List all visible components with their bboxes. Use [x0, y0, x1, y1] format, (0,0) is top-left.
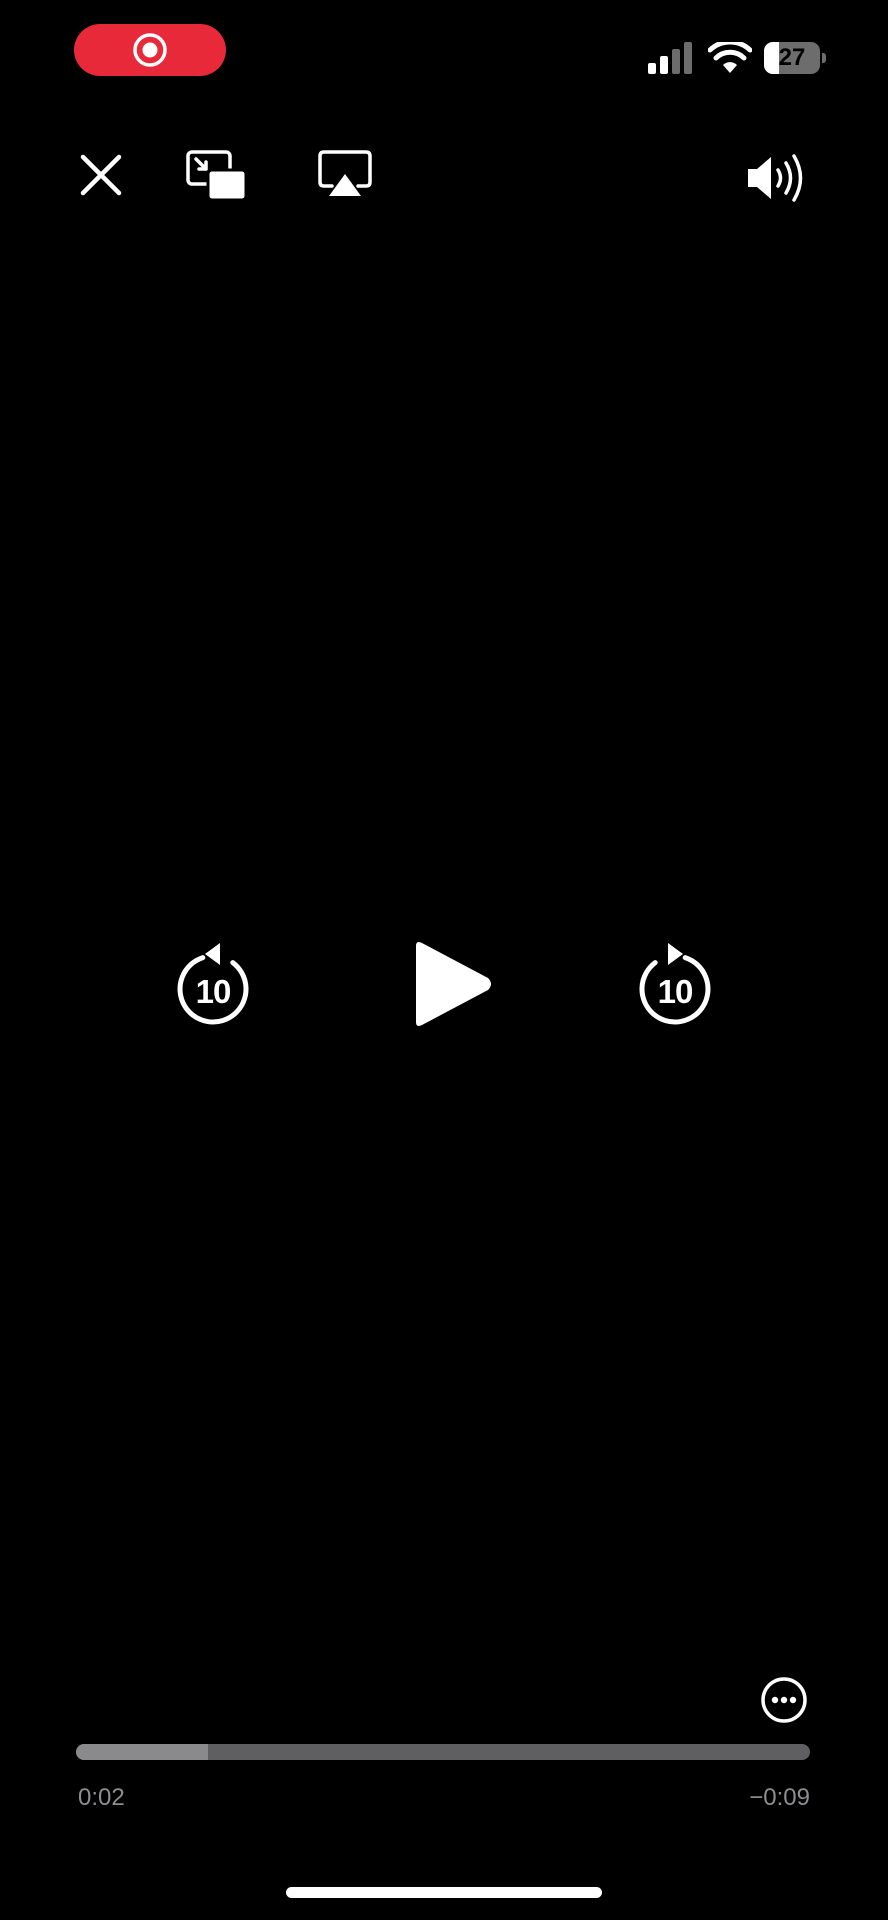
picture-in-picture-icon	[186, 150, 248, 202]
cellular-signal-icon	[648, 42, 692, 74]
record-icon	[133, 33, 167, 67]
progress-scrubber[interactable]	[76, 1744, 810, 1760]
airplay-icon	[318, 150, 372, 196]
elapsed-time: 0:02	[78, 1784, 125, 1811]
skip-back-10-button[interactable]: 10	[172, 940, 254, 1026]
close-button[interactable]	[76, 150, 126, 200]
wifi-icon	[708, 42, 752, 73]
more-options-button[interactable]	[760, 1676, 808, 1724]
battery-cap	[822, 53, 826, 63]
skip-back-label: 10	[195, 973, 232, 1010]
progress-fill	[76, 1744, 209, 1760]
skip-forward-10-button[interactable]: 10	[634, 940, 716, 1026]
ellipsis-icon	[761, 1677, 807, 1723]
skip-forward-label: 10	[657, 973, 694, 1010]
picture-in-picture-button[interactable]	[186, 150, 248, 202]
volume-button[interactable]	[746, 152, 810, 204]
close-icon	[80, 154, 122, 196]
airplay-button[interactable]	[318, 150, 372, 202]
speaker-volume-icon	[748, 154, 803, 202]
battery-level: 27	[778, 44, 806, 71]
home-indicator[interactable]	[286, 1887, 602, 1898]
screen-recording-indicator[interactable]	[74, 24, 226, 76]
play-icon	[416, 942, 491, 1026]
battery-indicator: 27	[764, 42, 826, 74]
remaining-time: −0:09	[749, 1784, 810, 1811]
play-button[interactable]	[404, 938, 496, 1030]
